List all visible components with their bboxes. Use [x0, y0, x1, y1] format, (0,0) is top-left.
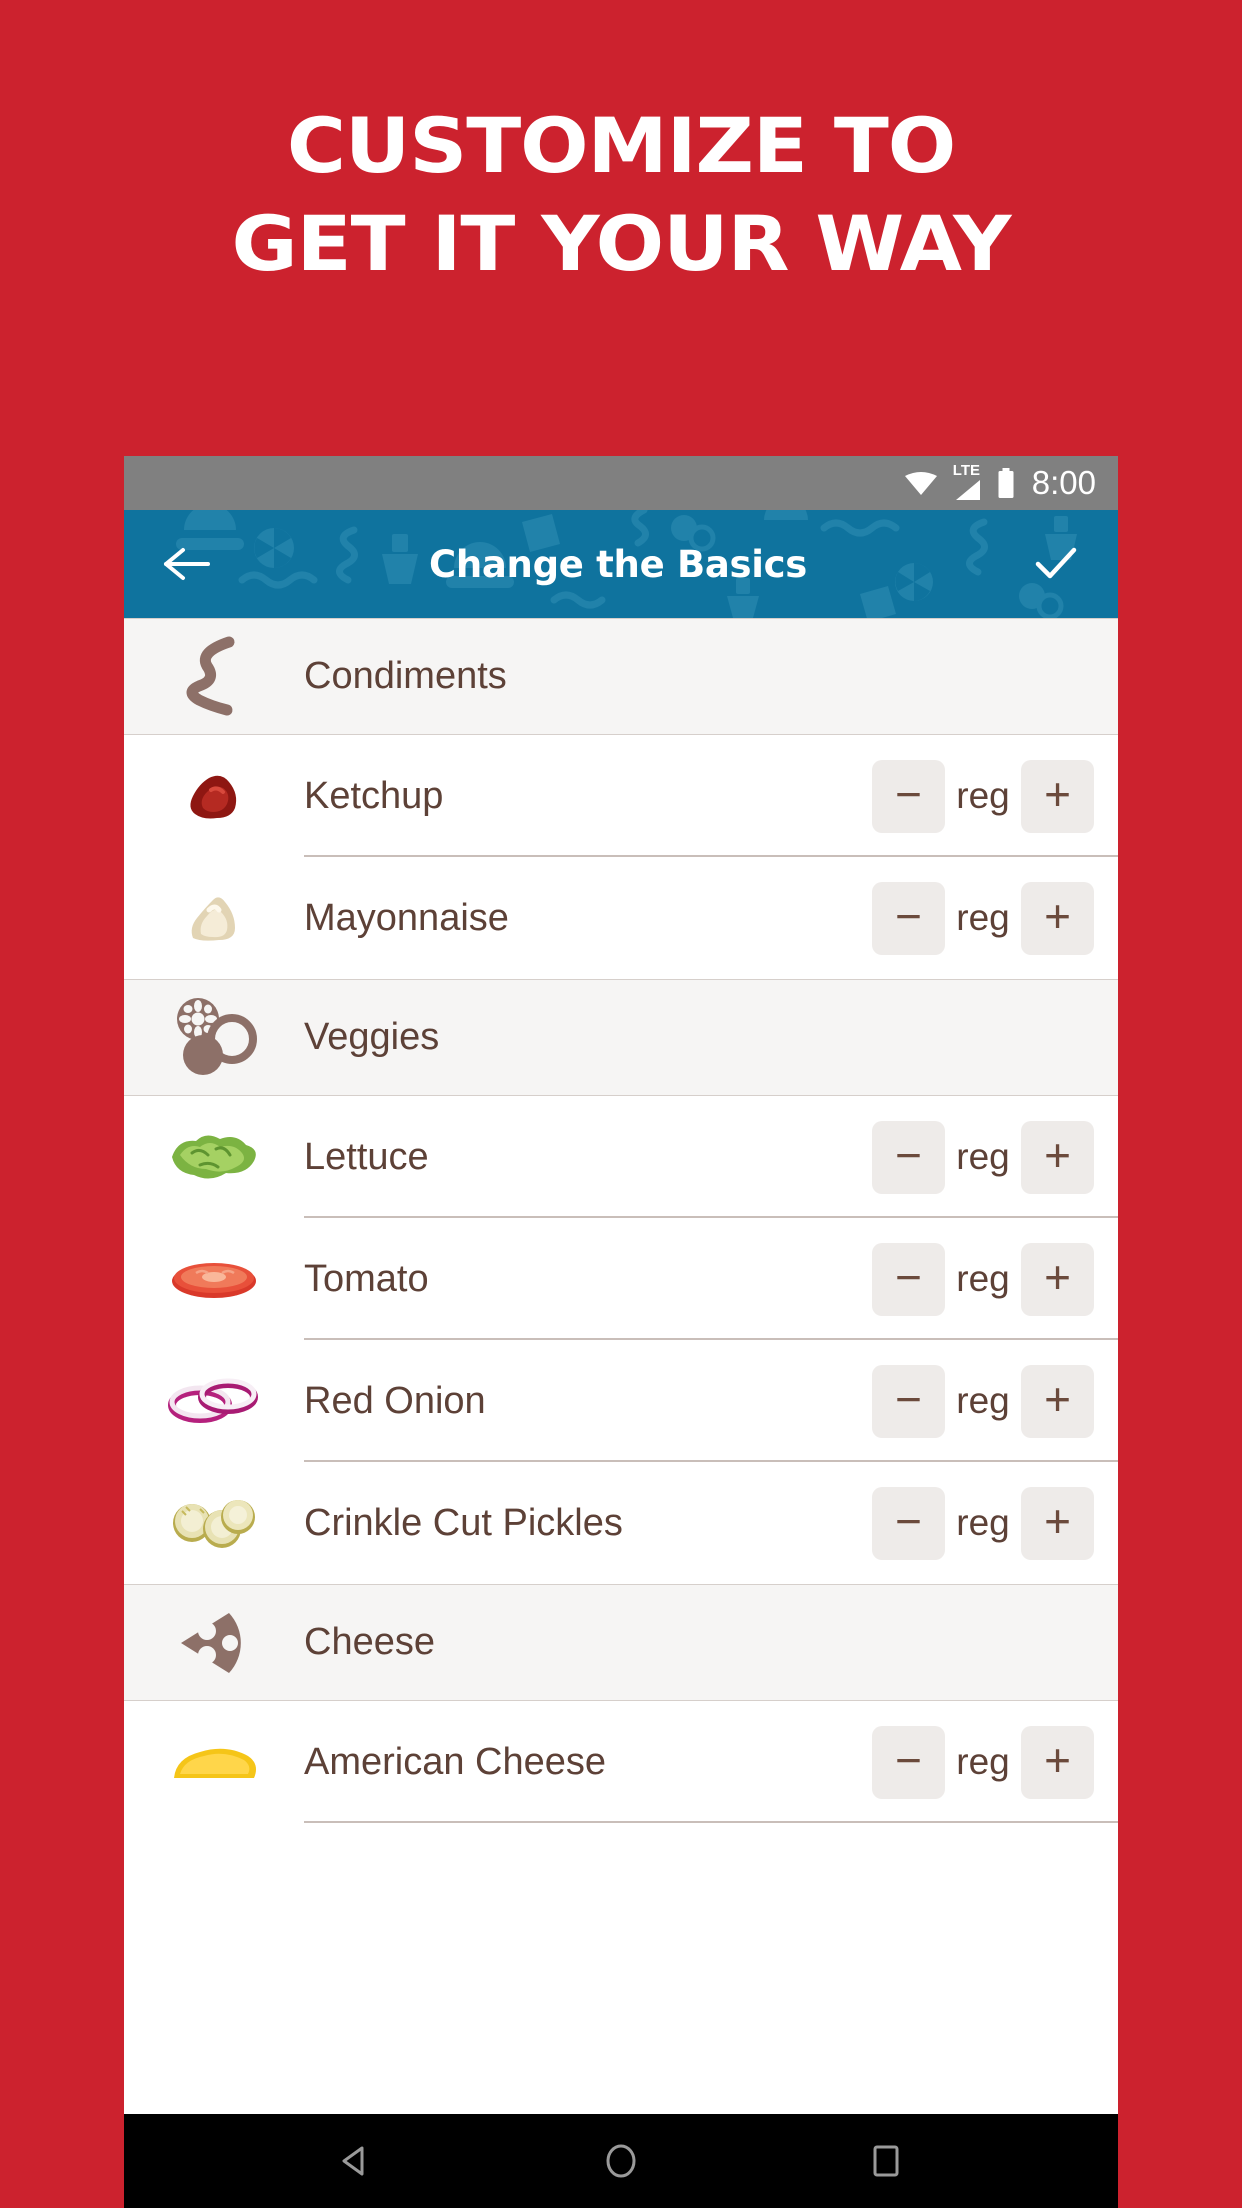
item-name: Crinkle Cut Pickles: [304, 1501, 623, 1544]
status-bar: LTE 8:00: [124, 456, 1118, 510]
item-name: Ketchup: [304, 774, 444, 817]
promo-headline-line2: GET IT YOUR WAY: [231, 199, 1012, 288]
item-name: Tomato: [304, 1257, 429, 1300]
android-recents-icon[interactable]: [854, 2129, 918, 2193]
pickle-slices-image: [124, 1497, 304, 1549]
plus-icon: +: [1044, 890, 1071, 942]
quantity-stepper: − reg +: [872, 1364, 1094, 1438]
app-bar: Change the Basics: [124, 510, 1118, 618]
minus-icon: −: [895, 1734, 922, 1786]
plus-icon: +: [1044, 1495, 1071, 1547]
checkmark-icon[interactable]: [1028, 536, 1084, 592]
network-type-label: LTE: [952, 461, 980, 479]
increment-button[interactable]: +: [1021, 1725, 1094, 1799]
battery-full-icon: [996, 468, 1016, 498]
decrement-button[interactable]: −: [872, 881, 945, 955]
section-header-cheese: Cheese: [124, 1584, 1118, 1701]
quantity-stepper: − reg +: [872, 881, 1094, 955]
plus-icon: +: [1044, 1129, 1071, 1181]
item-name: Mayonnaise: [304, 896, 509, 939]
quantity-stepper: − reg +: [872, 1725, 1094, 1799]
minus-icon: −: [895, 1373, 922, 1425]
section-label: Cheese: [304, 1621, 435, 1663]
mayonnaise-dollop-image: [124, 890, 304, 946]
promo-headline-line1: CUSTOMIZE TO: [286, 101, 956, 190]
veggies-icon: [124, 995, 304, 1081]
increment-button[interactable]: +: [1021, 1486, 1094, 1560]
quantity-value: reg: [956, 1380, 1010, 1421]
list-item[interactable]: Tomato − reg +: [124, 1218, 1118, 1340]
plus-icon: +: [1044, 1251, 1071, 1303]
signal-bars-icon: LTE: [952, 461, 982, 502]
decrement-button[interactable]: −: [872, 1364, 945, 1438]
list-item[interactable]: Crinkle Cut Pickles − reg +: [124, 1462, 1118, 1584]
list-item[interactable]: Red Onion − reg +: [124, 1340, 1118, 1462]
android-home-icon[interactable]: [589, 2129, 653, 2193]
quantity-stepper: − reg +: [872, 1242, 1094, 1316]
quantity-value: reg: [956, 775, 1010, 816]
list-item[interactable]: Mayonnaise − reg +: [124, 857, 1118, 979]
status-bar-clock: 8:00: [1031, 464, 1096, 501]
section-header-veggies: Veggies: [124, 979, 1118, 1096]
increment-button[interactable]: +: [1021, 1120, 1094, 1194]
plus-icon: +: [1044, 1734, 1071, 1786]
back-arrow-icon[interactable]: [158, 536, 214, 592]
android-back-icon[interactable]: [324, 2129, 388, 2193]
page-title: Change the Basics: [429, 542, 807, 586]
section-header-condiments: Condiments: [124, 618, 1118, 735]
sauce-squiggle-icon: [124, 634, 304, 720]
quantity-value: reg: [956, 1136, 1010, 1177]
item-name: Red Onion: [304, 1379, 486, 1422]
minus-icon: −: [895, 1495, 922, 1547]
list-item[interactable]: Lettuce − reg +: [124, 1096, 1118, 1218]
plus-icon: +: [1044, 1373, 1071, 1425]
quantity-stepper: − reg +: [872, 1486, 1094, 1560]
quantity-value: reg: [956, 1502, 1010, 1543]
decrement-button[interactable]: −: [872, 759, 945, 833]
minus-icon: −: [895, 1251, 922, 1303]
cheese-wedge-icon: [124, 1603, 304, 1683]
list-item[interactable]: Ketchup − reg +: [124, 735, 1118, 857]
american-cheese-image: [124, 1734, 304, 1790]
decrement-button[interactable]: −: [872, 1242, 945, 1316]
decrement-button[interactable]: −: [872, 1486, 945, 1560]
increment-button[interactable]: +: [1021, 759, 1094, 833]
section-label: Condiments: [304, 655, 507, 697]
increment-button[interactable]: +: [1021, 1242, 1094, 1316]
minus-icon: −: [895, 768, 922, 820]
minus-icon: −: [895, 890, 922, 942]
decrement-button[interactable]: −: [872, 1725, 945, 1799]
quantity-value: reg: [956, 1258, 1010, 1299]
ingredient-list: Condiments Ketchup − reg + Mayonnaise − …: [124, 618, 1118, 1823]
row-divider: [304, 1821, 1118, 1823]
item-name: Lettuce: [304, 1135, 429, 1178]
quantity-value: reg: [956, 1741, 1010, 1782]
ketchup-dollop-image: [124, 768, 304, 824]
item-name: American Cheese: [304, 1740, 607, 1783]
android-nav-bar: [124, 2114, 1118, 2208]
plus-icon: +: [1044, 768, 1071, 820]
tomato-slice-image: [124, 1257, 304, 1301]
section-label: Veggies: [304, 1016, 440, 1058]
increment-button[interactable]: +: [1021, 1364, 1094, 1438]
increment-button[interactable]: +: [1021, 881, 1094, 955]
list-item[interactable]: American Cheese − reg +: [124, 1701, 1118, 1823]
lettuce-leaf-image: [124, 1127, 304, 1187]
decrement-button[interactable]: −: [872, 1120, 945, 1194]
minus-icon: −: [895, 1129, 922, 1181]
quantity-stepper: − reg +: [872, 759, 1094, 833]
wifi-icon: [904, 470, 938, 496]
promo-headline: CUSTOMIZE TO GET IT YOUR WAY: [0, 108, 1242, 282]
quantity-stepper: − reg +: [872, 1120, 1094, 1194]
quantity-value: reg: [956, 897, 1010, 938]
red-onion-rings-image: [124, 1377, 304, 1425]
phone-screen: LTE 8:00 Change the Basics Condiments Ke…: [124, 456, 1118, 2208]
